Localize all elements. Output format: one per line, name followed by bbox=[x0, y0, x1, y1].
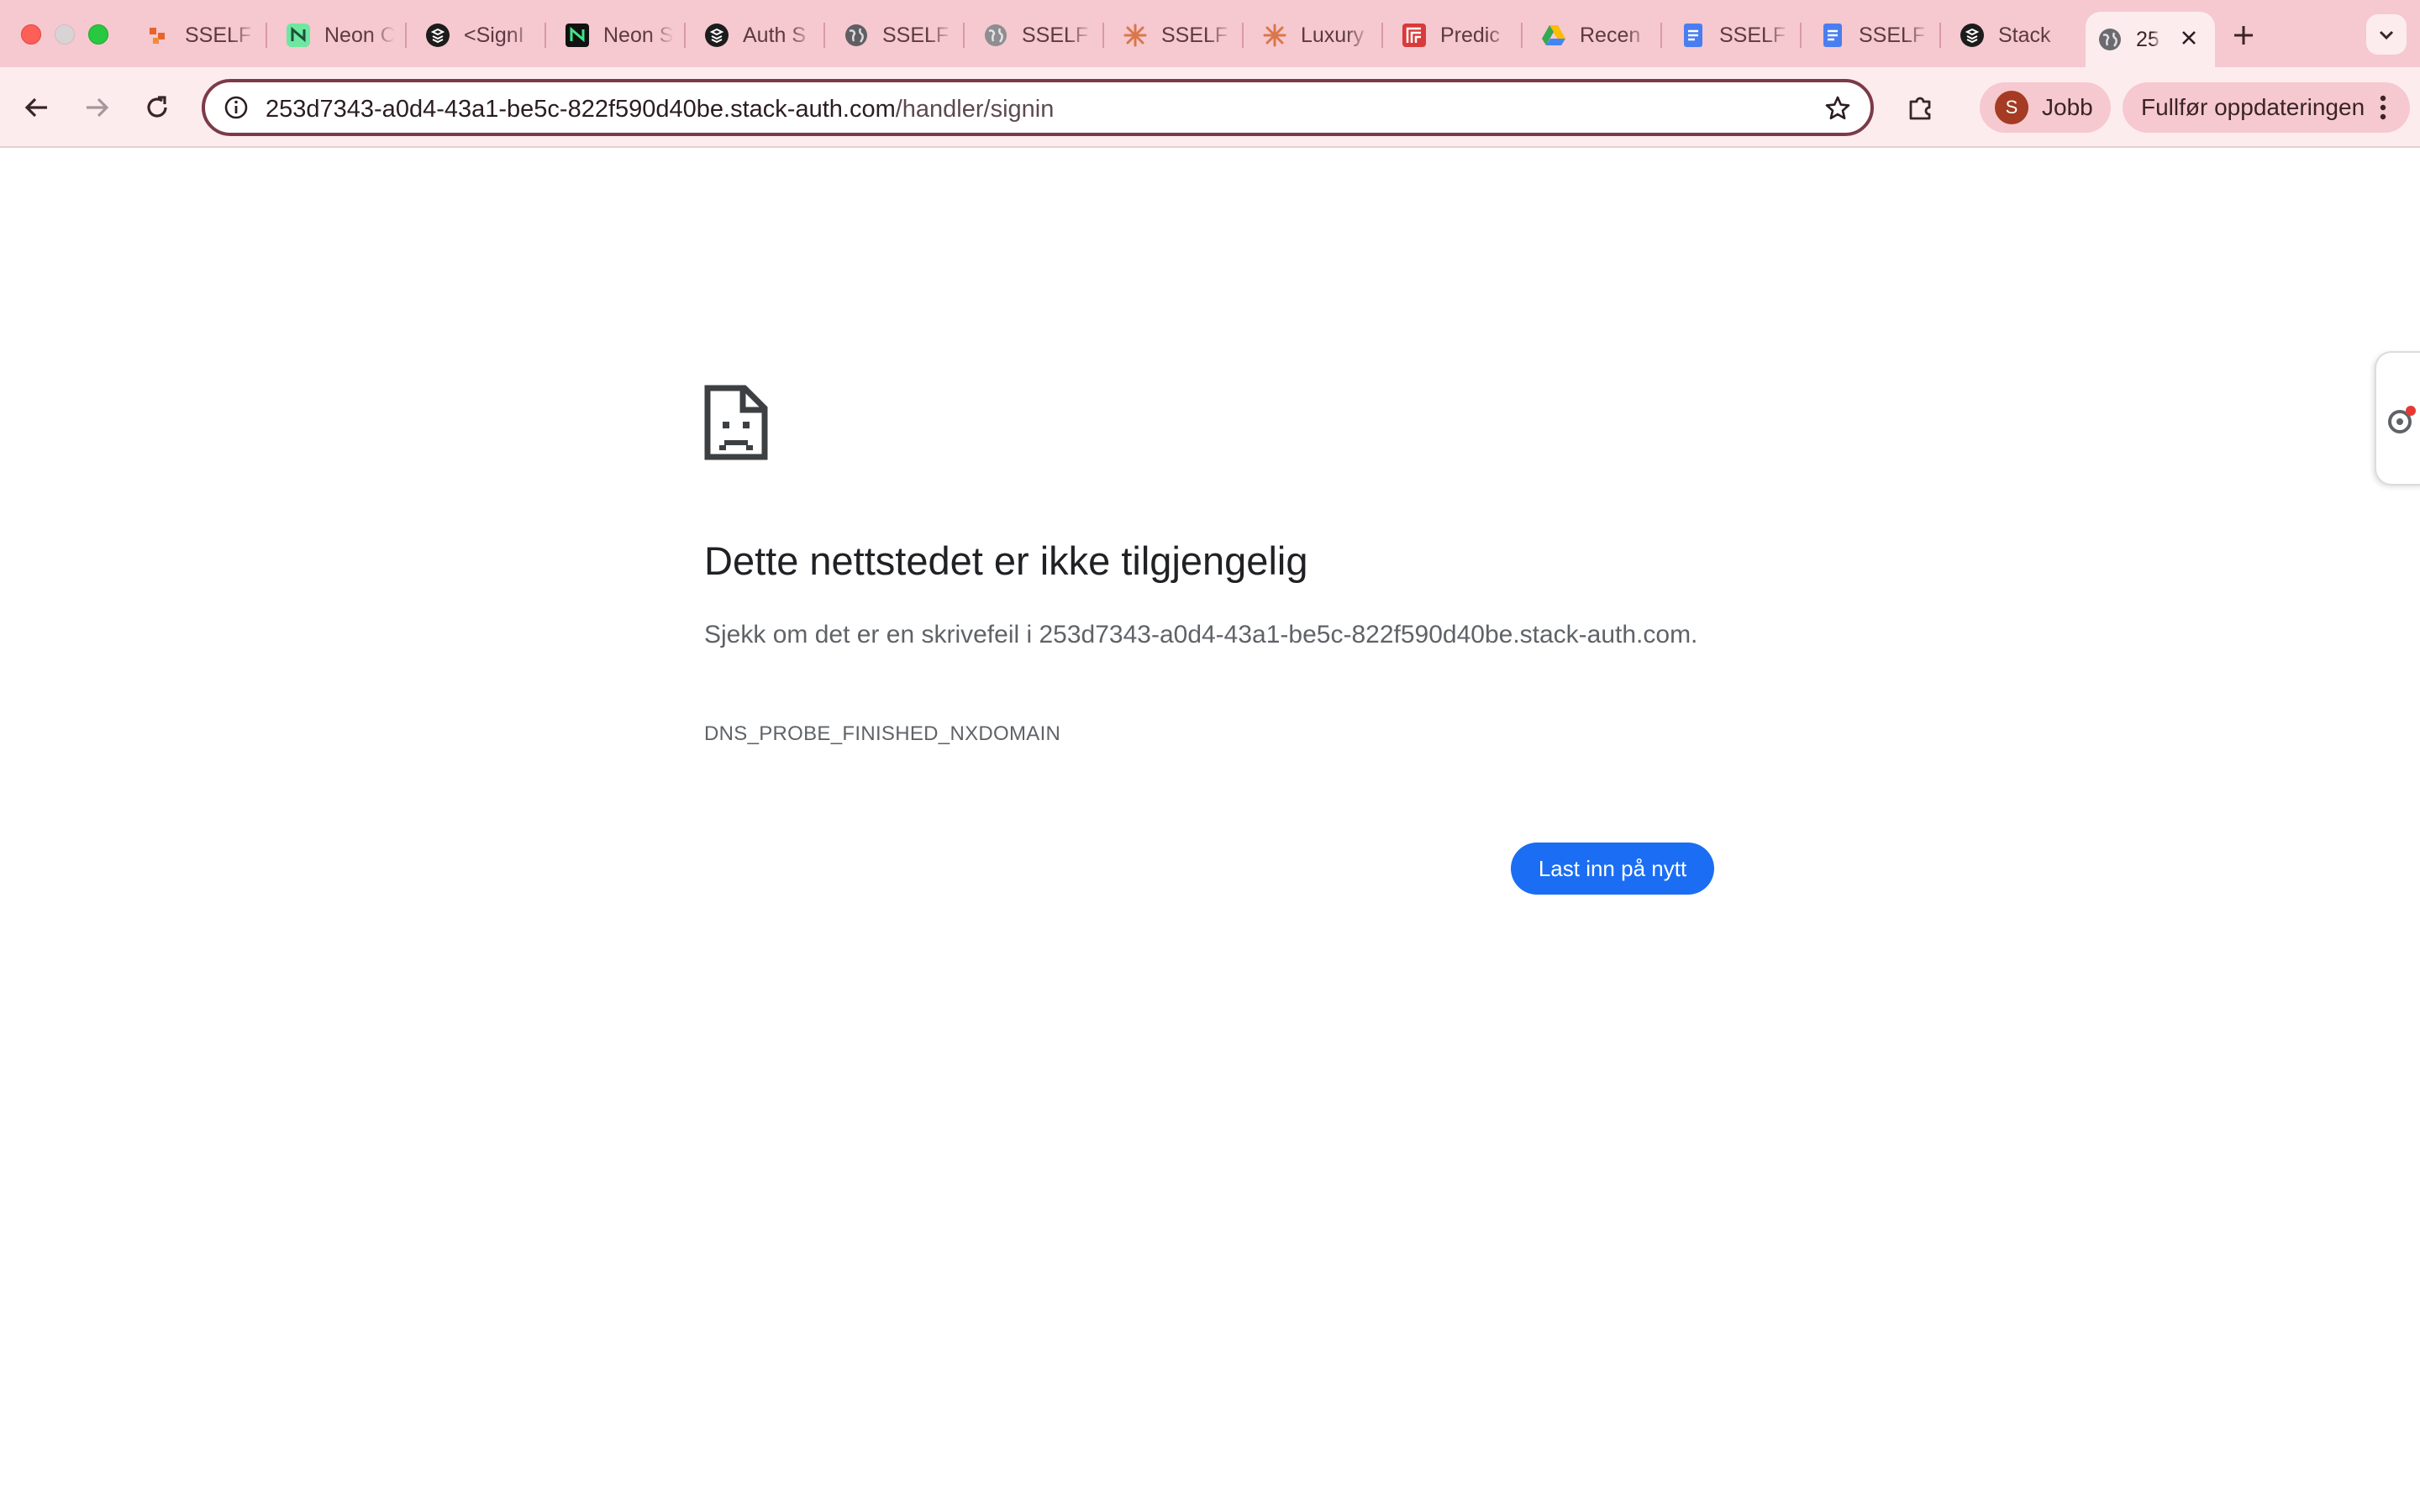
tab-13[interactable]: Stack bbox=[1948, 12, 2082, 59]
tab-strip: SSELF Neon C <SignI Neon S Auth S SSELF … bbox=[0, 0, 2420, 67]
error-code: DNS_PROBE_FINISHED_NXDOMAIN bbox=[704, 722, 1061, 745]
toolbar: 253d7343-a0d4-43a1-be5c-822f590d40be.sta… bbox=[0, 67, 2420, 148]
tab-title: Neon S bbox=[603, 23, 674, 47]
sad-document-icon bbox=[704, 385, 768, 460]
tab-divider bbox=[1242, 23, 1244, 48]
tab-active[interactable]: 25 bbox=[2086, 12, 2215, 67]
reload-icon bbox=[147, 96, 167, 118]
neon-logo-icon bbox=[286, 23, 311, 48]
globe-icon bbox=[844, 23, 869, 48]
window-close-button[interactable] bbox=[21, 24, 41, 45]
tab-title: Predic bbox=[1440, 23, 1500, 47]
tab-divider bbox=[1939, 23, 1941, 48]
tab-title: SSELF bbox=[882, 23, 950, 47]
tab-12[interactable]: SSELF bbox=[1808, 12, 1943, 59]
red-logo-icon bbox=[1402, 23, 1427, 48]
stack-auth-icon bbox=[704, 23, 729, 48]
tab-1[interactable]: Neon C bbox=[274, 12, 408, 59]
window-minimize-button[interactable] bbox=[55, 24, 75, 45]
back-button[interactable] bbox=[17, 87, 57, 128]
tab-close-icon[interactable] bbox=[2176, 25, 2202, 50]
tab-title: Recen bbox=[1580, 23, 1641, 47]
tab-search-button[interactable] bbox=[2366, 14, 2407, 55]
kebab-menu-icon[interactable] bbox=[2368, 92, 2398, 123]
reload-toolbar-button[interactable] bbox=[137, 87, 177, 128]
tab-title: SSELF bbox=[1022, 23, 1089, 47]
chevron-down-icon bbox=[2379, 30, 2394, 40]
url-path: /handler/signin bbox=[895, 96, 1055, 123]
arrow-left-icon bbox=[24, 97, 47, 118]
profile-button[interactable]: S Jobb bbox=[1980, 82, 2111, 133]
tab-4[interactable]: Auth S bbox=[692, 12, 827, 59]
google-drive-icon bbox=[1541, 23, 1566, 48]
tab-divider bbox=[1800, 23, 1802, 48]
tab-title: SSELF bbox=[1859, 23, 1926, 47]
page-content: Dette nettstedet er ikke tilgjengelig Sj… bbox=[0, 150, 2420, 1512]
tab-6[interactable]: SSELF bbox=[971, 12, 1106, 59]
tab-title: <SignI bbox=[464, 23, 524, 47]
tab-divider bbox=[1102, 23, 1104, 48]
neon-dark-logo-icon bbox=[565, 23, 590, 48]
tab-divider bbox=[684, 23, 686, 48]
error-title: Dette nettstedet er ikke tilgjengelig bbox=[704, 538, 1308, 583]
plus-icon bbox=[2234, 26, 2253, 45]
reload-page-button[interactable]: Last inn på nytt bbox=[1511, 843, 1714, 895]
tab-5[interactable]: SSELF bbox=[832, 12, 966, 59]
tab-2[interactable]: <SignI bbox=[413, 12, 548, 59]
forward-button[interactable] bbox=[76, 87, 117, 128]
tab-9[interactable]: Predic bbox=[1390, 12, 1524, 59]
info-icon[interactable] bbox=[222, 93, 250, 122]
tab-title: 25 bbox=[2136, 27, 2160, 51]
tab-title: SSELF bbox=[1161, 23, 1228, 47]
tab-divider bbox=[823, 23, 825, 48]
tab-divider bbox=[1381, 23, 1383, 48]
tab-divider bbox=[544, 23, 546, 48]
tab-divider bbox=[405, 23, 407, 48]
claude-icon bbox=[1123, 23, 1148, 48]
puzzle-icon bbox=[1909, 97, 1931, 120]
tab-title: Stack bbox=[1998, 23, 2051, 47]
profile-name: Jobb bbox=[2042, 94, 2093, 120]
avatar: S bbox=[1995, 91, 2028, 124]
tab-divider bbox=[1660, 23, 1662, 48]
tab-7[interactable]: SSELF bbox=[1111, 12, 1245, 59]
url-host: 253d7343-a0d4-43a1-be5c-822f590d40be.sta… bbox=[266, 96, 896, 123]
extensions-button[interactable] bbox=[1901, 87, 1941, 128]
tab-divider bbox=[963, 23, 965, 48]
tab-title: Auth S bbox=[743, 23, 807, 47]
tab-title: SSELF bbox=[185, 23, 252, 47]
error-description: Sjekk om det er en skrivefeil i 253d7343… bbox=[704, 621, 1698, 648]
tab-title: Neon C bbox=[324, 23, 395, 47]
tab-divider bbox=[1521, 23, 1523, 48]
update-button[interactable]: Fullfør oppdateringen bbox=[2123, 82, 2410, 133]
bookmark-star-icon[interactable] bbox=[1822, 92, 1854, 124]
globe-icon bbox=[983, 23, 1008, 48]
tab-3[interactable]: Neon S bbox=[553, 12, 687, 59]
address-bar[interactable]: 253d7343-a0d4-43a1-be5c-822f590d40be.sta… bbox=[202, 79, 1874, 136]
tab-8[interactable]: Luxury bbox=[1250, 12, 1385, 59]
globe-icon bbox=[2097, 27, 2123, 52]
stack-auth-icon bbox=[1960, 23, 1985, 48]
tab-divider bbox=[266, 23, 267, 48]
orange-squares-icon bbox=[146, 23, 171, 48]
google-docs-icon bbox=[1681, 23, 1706, 48]
window-maximize-button[interactable] bbox=[88, 24, 108, 45]
google-docs-icon bbox=[1820, 23, 1845, 48]
tab-11[interactable]: SSELF bbox=[1669, 12, 1803, 59]
stack-auth-icon bbox=[425, 23, 450, 48]
tab-0[interactable]: SSELF bbox=[134, 12, 269, 59]
claude-icon bbox=[1262, 23, 1287, 48]
tab-title: SSELF bbox=[1719, 23, 1786, 47]
new-tab-button[interactable] bbox=[2227, 18, 2260, 52]
update-label: Fullfør oppdateringen bbox=[2141, 94, 2365, 120]
side-panel-widget[interactable] bbox=[2375, 351, 2420, 486]
arrow-right-icon bbox=[87, 97, 109, 118]
tab-title: Luxury bbox=[1301, 23, 1365, 47]
tab-10[interactable]: Recen bbox=[1529, 12, 1664, 59]
url-text[interactable]: 253d7343-a0d4-43a1-be5c-822f590d40be.sta… bbox=[266, 96, 1054, 123]
extension-widget-icon bbox=[2388, 406, 2416, 433]
